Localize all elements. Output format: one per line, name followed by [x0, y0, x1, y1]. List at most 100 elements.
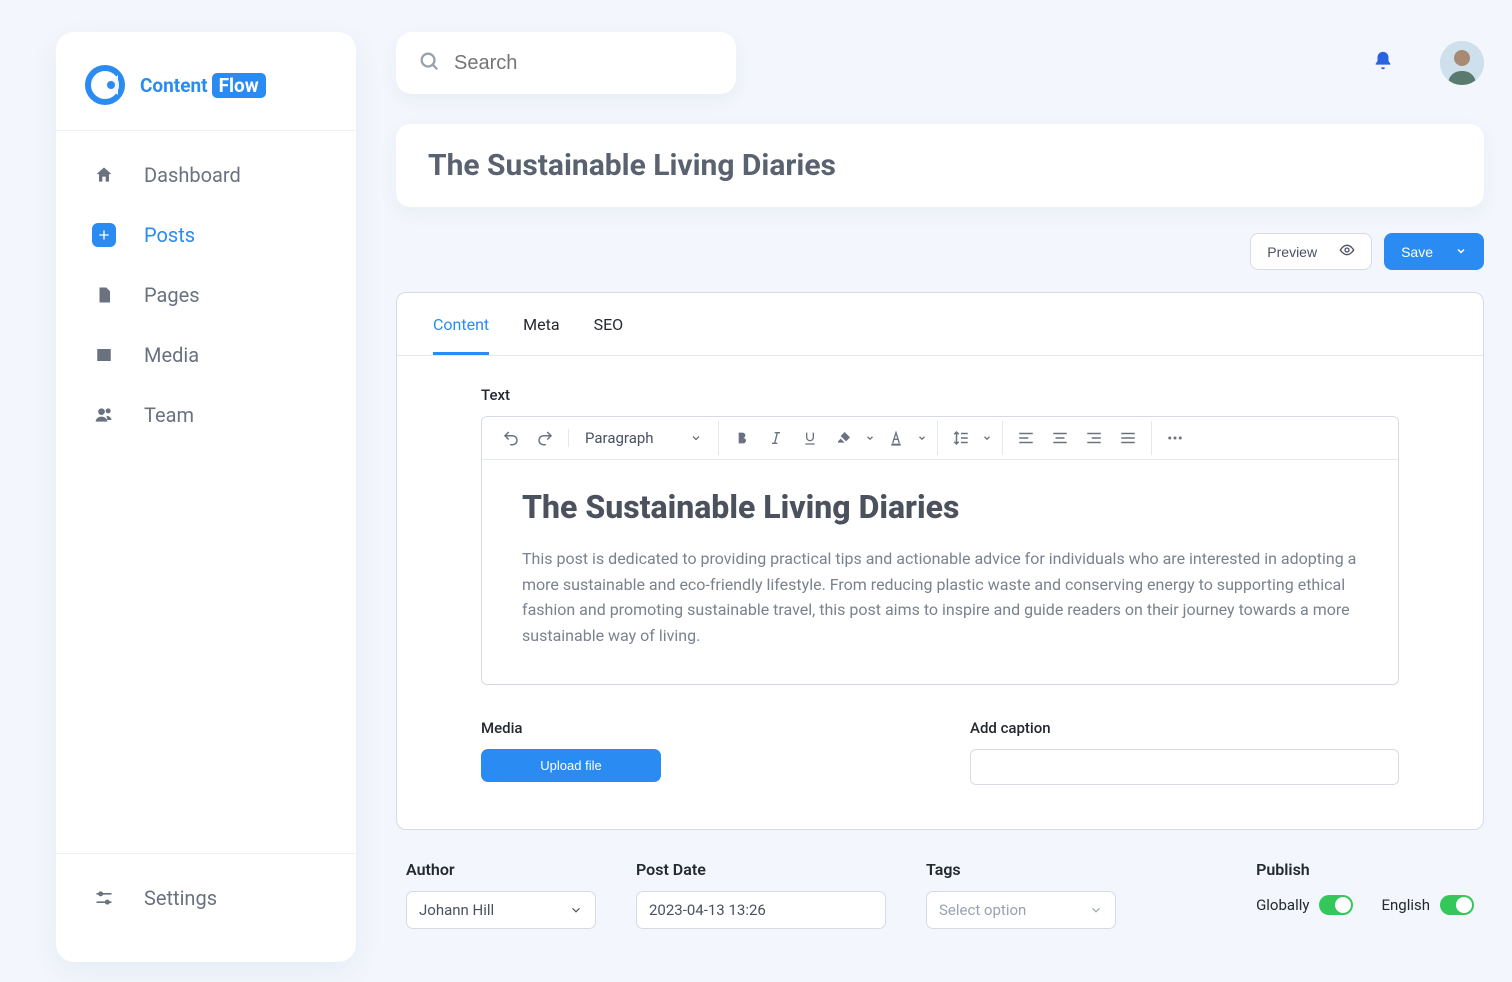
align-right-button[interactable] — [1077, 421, 1111, 455]
highlight-dropdown[interactable] — [861, 421, 879, 455]
redo-button[interactable] — [528, 421, 562, 455]
chevron-down-icon — [917, 433, 927, 443]
sidebar-item-media[interactable]: Media — [74, 329, 338, 381]
line-height-dropdown[interactable] — [978, 421, 996, 455]
media-upload-col: Media Upload file — [481, 719, 910, 785]
search-box[interactable] — [396, 32, 736, 94]
rte-content[interactable]: The Sustainable Living Diaries This post… — [482, 460, 1398, 684]
align-left-icon — [1017, 429, 1035, 447]
sidebar-nav: Dashboard Posts Pages Media — [56, 131, 356, 853]
publish-field: Publish Globally English — [1256, 860, 1474, 915]
text-field-label: Text — [481, 386, 1399, 404]
align-center-button[interactable] — [1043, 421, 1077, 455]
rte-toolbar: Paragraph — [482, 417, 1398, 460]
eye-icon — [1339, 242, 1355, 261]
postdate-label: Post Date — [636, 860, 886, 879]
postdate-field: Post Date 2023-04-13 13:26 — [636, 860, 886, 929]
more-button[interactable] — [1158, 421, 1192, 455]
sidebar-item-settings[interactable]: Settings — [74, 872, 338, 924]
search-input[interactable] — [454, 52, 714, 75]
page-title: The Sustainable Living Diaries — [428, 148, 1452, 183]
action-row: Preview Save — [396, 233, 1484, 270]
postdate-input[interactable]: 2023-04-13 13:26 — [636, 891, 886, 929]
chevron-down-icon — [865, 433, 875, 443]
preview-button[interactable]: Preview — [1250, 233, 1372, 270]
page-title-card: The Sustainable Living Diaries — [396, 124, 1484, 207]
italic-button[interactable] — [759, 421, 793, 455]
notifications-button[interactable] — [1372, 50, 1394, 76]
logo[interactable]: ContentFlow — [56, 54, 356, 131]
content-heading: The Sustainable Living Diaries — [522, 488, 1358, 526]
media-row: Media Upload file Add caption — [481, 719, 1399, 785]
sidebar-item-team[interactable]: Team — [74, 389, 338, 441]
highlight-icon — [836, 430, 852, 446]
author-label: Author — [406, 860, 596, 879]
sidebar-item-pages[interactable]: Pages — [74, 269, 338, 321]
meta-row: Author Johann Hill Post Date 2023-04-13 … — [396, 860, 1484, 929]
logo-text: ContentFlow — [140, 73, 266, 98]
more-icon — [1166, 429, 1184, 447]
publish-globally-row: Globally — [1256, 895, 1353, 915]
sidebar-footer: Settings — [56, 853, 356, 962]
chevron-down-icon — [982, 433, 992, 443]
underline-icon — [802, 430, 818, 446]
align-right-icon — [1085, 429, 1103, 447]
highlight-button[interactable] — [827, 421, 861, 455]
caption-input[interactable] — [970, 749, 1399, 785]
author-select[interactable]: Johann Hill — [406, 891, 596, 929]
redo-icon — [536, 429, 554, 447]
sliders-icon — [92, 886, 116, 910]
line-height-button[interactable] — [944, 421, 978, 455]
avatar-icon — [1440, 41, 1484, 85]
chevron-down-icon — [690, 432, 702, 444]
sidebar-item-dashboard[interactable]: Dashboard — [74, 149, 338, 201]
editor-body: Text Paragraph — [397, 356, 1483, 829]
tab-seo[interactable]: SEO — [594, 293, 624, 355]
caption-col: Add caption — [970, 719, 1399, 785]
tags-select[interactable]: Select option — [926, 891, 1116, 929]
globally-label: Globally — [1256, 896, 1309, 914]
chevron-down-icon — [569, 903, 583, 917]
align-justify-icon — [1119, 429, 1137, 447]
publish-english-row: English — [1381, 895, 1474, 915]
english-label: English — [1381, 896, 1430, 914]
sidebar-item-label: Posts — [144, 223, 195, 247]
bold-button[interactable] — [725, 421, 759, 455]
sidebar-item-label: Team — [144, 403, 194, 427]
upload-file-button[interactable]: Upload file — [481, 749, 661, 782]
align-justify-button[interactable] — [1111, 421, 1145, 455]
globally-toggle[interactable] — [1319, 895, 1353, 915]
user-avatar[interactable] — [1440, 41, 1484, 85]
logo-icon — [84, 64, 126, 106]
sidebar-item-label: Media — [144, 343, 199, 367]
sidebar-item-label: Pages — [144, 283, 200, 307]
english-toggle[interactable] — [1440, 895, 1474, 915]
underline-button[interactable] — [793, 421, 827, 455]
bell-icon — [1372, 50, 1394, 72]
block-format-select[interactable]: Paragraph — [575, 429, 712, 447]
sidebar-item-posts[interactable]: Posts — [74, 209, 338, 261]
search-icon — [418, 50, 440, 76]
chevron-down-icon — [1089, 903, 1103, 917]
tab-content[interactable]: Content — [433, 293, 489, 355]
home-icon — [92, 163, 116, 187]
main: The Sustainable Living Diaries Preview S… — [396, 32, 1484, 982]
text-color-dropdown[interactable] — [913, 421, 931, 455]
team-icon — [92, 403, 116, 427]
rich-text-editor: Paragraph — [481, 416, 1399, 685]
text-color-button[interactable] — [879, 421, 913, 455]
plus-icon — [92, 223, 116, 247]
undo-button[interactable] — [494, 421, 528, 455]
image-icon — [92, 343, 116, 367]
bold-icon — [734, 430, 750, 446]
save-button[interactable]: Save — [1384, 233, 1484, 270]
author-field: Author Johann Hill — [406, 860, 596, 929]
sidebar: ContentFlow Dashboard Posts Pages — [56, 32, 356, 962]
line-height-icon — [952, 429, 970, 447]
media-label: Media — [481, 719, 910, 737]
align-left-button[interactable] — [1009, 421, 1043, 455]
publish-label: Publish — [1256, 860, 1474, 879]
topbar — [396, 32, 1484, 94]
tab-meta[interactable]: Meta — [523, 293, 559, 355]
sidebar-item-label: Dashboard — [144, 163, 241, 187]
